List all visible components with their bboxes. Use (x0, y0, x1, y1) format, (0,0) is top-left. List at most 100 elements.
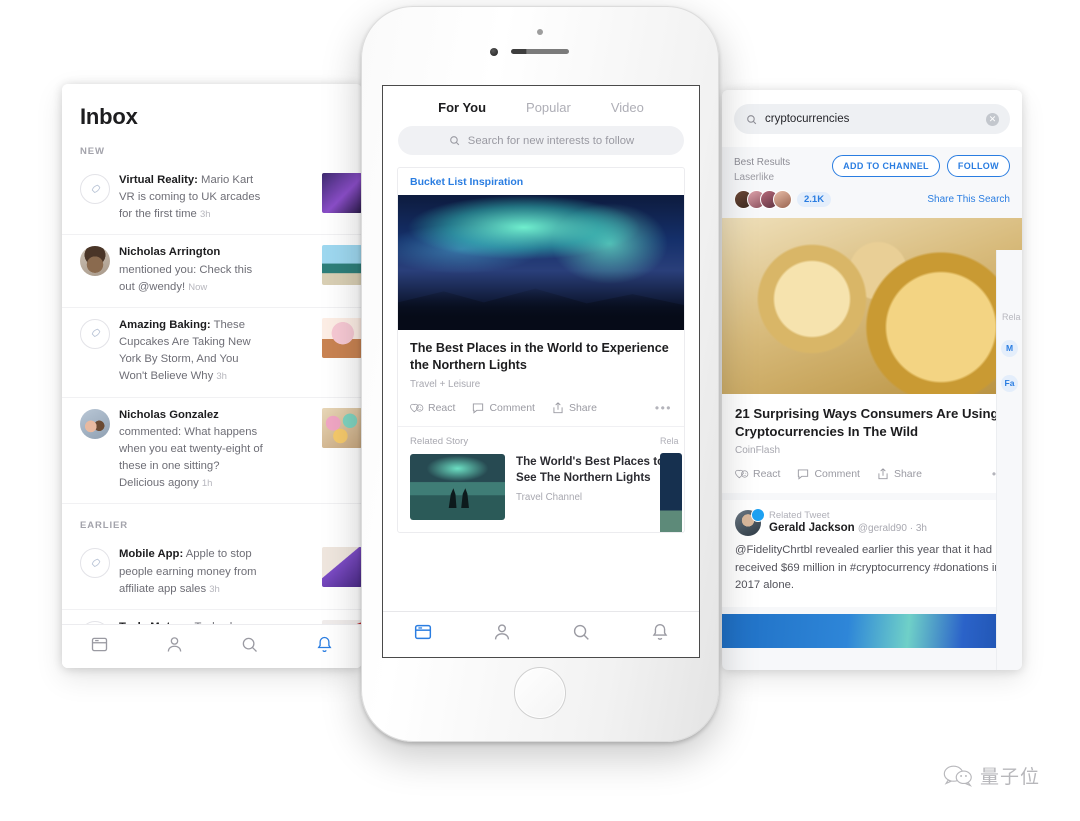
comment-label: Comment (489, 402, 535, 415)
tab-video[interactable]: Video (611, 100, 644, 115)
list-item[interactable]: Virtual Reality: Mario Kart VR is coming… (62, 163, 362, 236)
share-button[interactable]: Share (876, 467, 922, 481)
screenshot-stage: Inbox NEW Virtual Reality: Mario Kart VR… (0, 0, 1080, 821)
list-item[interactable]: Nicholas Gonzalez commented: What happen… (62, 398, 362, 505)
follow-button[interactable]: FOLLOW (946, 155, 1010, 177)
page-title: Inbox (80, 104, 138, 129)
related-peek-image[interactable] (660, 453, 682, 533)
card-kicker[interactable]: Bucket List Inspiration (398, 168, 684, 195)
tab-popular[interactable]: Popular (526, 100, 571, 115)
front-camera (490, 48, 498, 56)
related-story-source: Travel Channel (516, 491, 583, 503)
clear-search-icon[interactable]: ✕ (986, 112, 999, 126)
mountain-ridge (398, 288, 684, 330)
related-story-item[interactable]: The World's Best Places to See The North… (410, 454, 672, 521)
list-item-thumbnail[interactable] (322, 173, 362, 213)
nav-notifications-button[interactable] (314, 634, 335, 660)
article-title: 21 Surprising Ways Consumers Are Using C… (735, 406, 999, 439)
peek-chip[interactable]: Fa (1001, 375, 1018, 392)
search-query-text: cryptocurrencies (765, 113, 850, 125)
list-item-time: 3h (216, 371, 227, 383)
tweet-name-text: Gerald Jackson (769, 522, 855, 535)
list-item-time: 3h (199, 209, 211, 221)
list-item[interactable]: Amazing Baking: These Cupcakes Are Takin… (62, 308, 362, 398)
list-item-thumbnail[interactable] (322, 317, 362, 358)
interests-search-input[interactable]: Search for new interests to follow (398, 126, 684, 155)
feed-card[interactable]: Bucket List Inspiration The Best Places … (397, 167, 685, 534)
list-item-thumbnail[interactable] (322, 245, 362, 286)
nav-search-button[interactable] (239, 634, 260, 660)
nav-notifications-button[interactable] (649, 621, 671, 648)
react-button[interactable]: React (735, 467, 780, 481)
search-input[interactable]: cryptocurrencies ✕ (734, 104, 1010, 134)
related-tweet-card[interactable]: Related Tweet Gerald Jackson @gerald90 ·… (722, 500, 1022, 607)
article-source: CoinFlash (735, 445, 781, 457)
brand-label: Laserlike (734, 172, 775, 183)
list-item-bold: Amazing Baking: (119, 318, 211, 331)
list-item-bold: Mobile App: (119, 548, 184, 561)
watermark-text: 量子位 (979, 766, 1040, 788)
peek-label: Rela (1002, 312, 1021, 322)
avatar (773, 190, 792, 209)
react-icon (410, 404, 424, 413)
nav-feed-button[interactable] (412, 621, 434, 648)
react-button[interactable]: React (410, 401, 455, 415)
list-item-text: Amazing Baking: These Cupcakes Are Takin… (119, 317, 324, 386)
nav-search-button[interactable] (570, 621, 592, 648)
list-item-time: 1h (201, 478, 213, 490)
proximity-sensor (537, 29, 543, 35)
tab-for-you[interactable]: For You (438, 100, 486, 115)
share-this-search-link[interactable]: Share This Search (927, 194, 1010, 205)
feed-tabs: For You Popular Video (383, 86, 699, 126)
rocket-icon (80, 548, 110, 579)
list-item-bold: Nicholas Gonzalez (119, 408, 219, 421)
list-item-thumbnail[interactable] (322, 547, 362, 588)
watermark: 量子位 (943, 762, 1040, 789)
article-image (722, 218, 1022, 394)
related-peek-label: Rela (660, 436, 679, 447)
bottom-image-strip[interactable] (722, 613, 1022, 648)
home-button[interactable] (514, 667, 566, 719)
list-item-text: Mobile App: Apple to stop people earning… (119, 546, 324, 597)
section-label-new: NEW (80, 146, 105, 157)
rocket-icon (80, 174, 110, 204)
list-item-bold: Virtual Reality: (119, 174, 198, 186)
react-label: React (428, 402, 456, 415)
rocket-icon (80, 318, 110, 349)
share-icon (878, 468, 888, 480)
react-label: React (753, 468, 781, 481)
phone-bottom-nav (383, 611, 699, 657)
list-item[interactable]: Nicholas Arrington mentioned you: Check … (62, 235, 362, 308)
comment-icon (473, 403, 484, 414)
facepile[interactable]: 2.1K (734, 190, 832, 209)
inbox-panel: Inbox NEW Virtual Reality: Mario Kart VR… (62, 84, 362, 668)
search-bar-container: cryptocurrencies ✕ (722, 90, 1022, 147)
add-to-channel-button[interactable]: ADD TO CHANNEL (832, 155, 940, 177)
twitter-icon (751, 508, 765, 523)
list-item-text: Nicholas Arrington mentioned you: Check … (119, 244, 324, 295)
related-story-label: Related Story (410, 436, 469, 448)
comment-label: Comment (814, 468, 860, 481)
nav-profile-button[interactable] (491, 621, 513, 648)
list-item-bold: Nicholas Arrington (119, 246, 221, 259)
nav-profile-button[interactable] (164, 634, 185, 660)
search-placeholder-text: Search for new interests to follow (467, 134, 635, 147)
article-actions: React Comment Share ••• (735, 467, 1009, 481)
nav-feed-button[interactable] (89, 634, 110, 660)
card-actions: React Comment Share ••• (410, 401, 672, 415)
phone-screen: For You Popular Video Search for new int… (382, 85, 700, 658)
list-item-body: commented: What happens when you eat twe… (119, 425, 263, 490)
list-item-thumbnail[interactable] (322, 407, 362, 448)
share-button[interactable]: Share (551, 401, 597, 415)
list-item[interactable]: Mobile App: Apple to stop people earning… (62, 537, 362, 610)
comment-button[interactable]: Comment (796, 467, 860, 481)
tweet-author-name: Gerald Jackson @gerald90 · 3h (769, 522, 927, 534)
article-card[interactable]: 21 Surprising Ways Consumers Are Using C… (722, 218, 1022, 494)
related-story-section: Related Story The World's Best Places to… (398, 426, 684, 533)
best-results-label: Best Results (734, 157, 791, 168)
comment-button[interactable]: Comment (471, 401, 535, 415)
peek-chip[interactable]: M (1001, 340, 1018, 357)
more-icon[interactable]: ••• (655, 401, 672, 415)
silhouette-figures (448, 488, 469, 509)
share-icon (553, 402, 563, 414)
